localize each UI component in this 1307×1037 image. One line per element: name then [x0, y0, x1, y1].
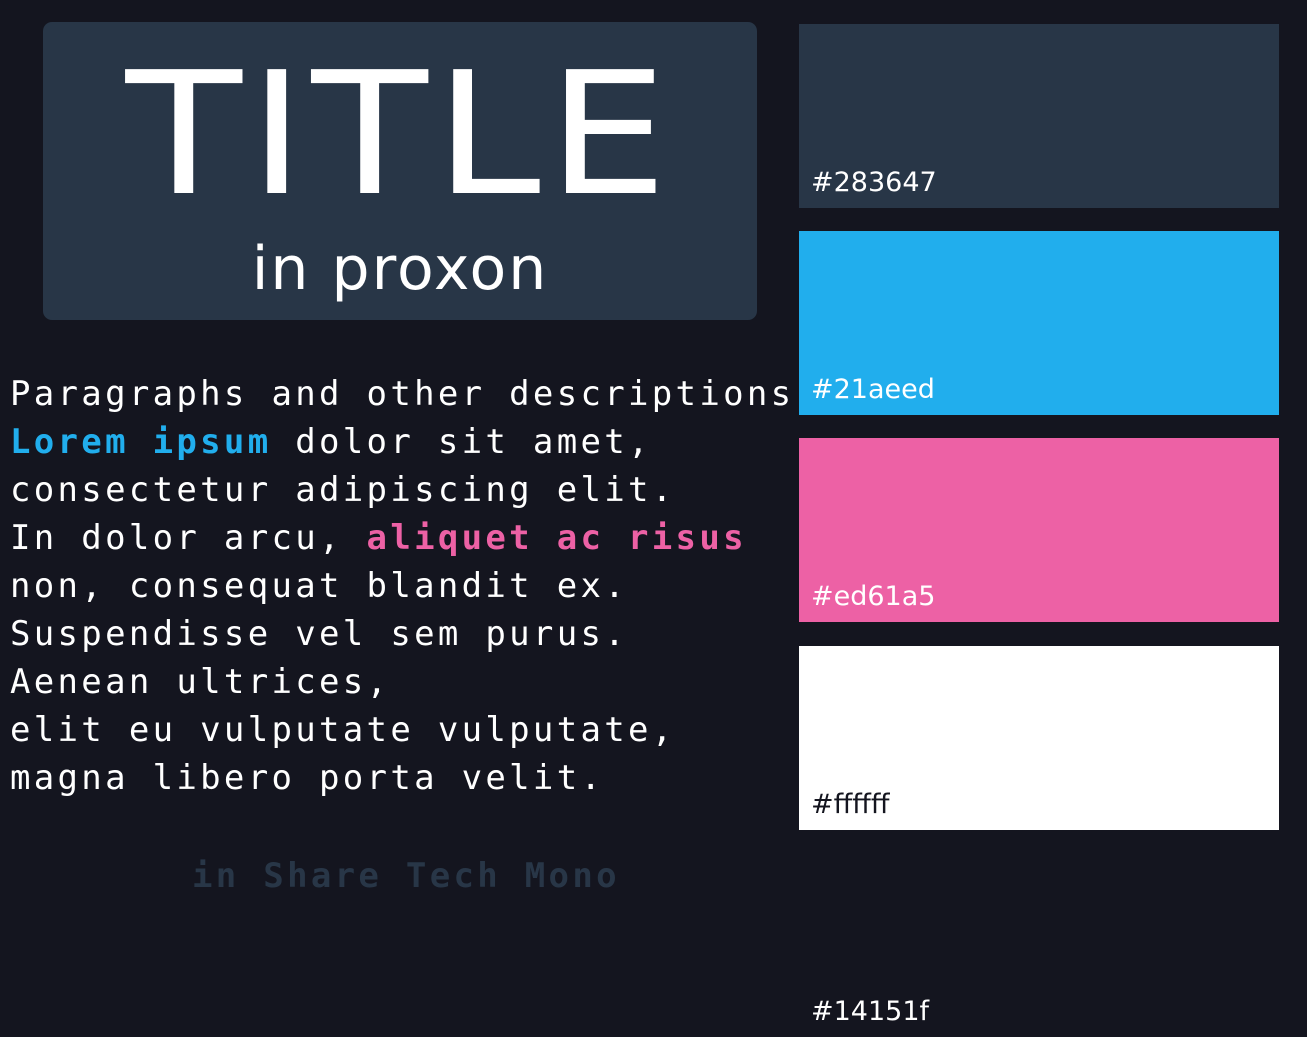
paragraph-line: In dolor arcu, aliquet ac risus [10, 514, 800, 562]
paragraph-line: Paragraphs and other descriptions. [10, 374, 819, 414]
swatch-label: #ed61a5 [811, 581, 936, 612]
paragraph-line: consectetur adipiscing elit. [10, 470, 676, 510]
swatch-label: #14151f [811, 996, 930, 1027]
paragraph-line: elit eu vulputate vulputate, [10, 710, 676, 750]
swatch-label: #ffffff [811, 789, 890, 820]
swatch-label: #283647 [811, 167, 937, 198]
paragraph-line: magna libero porta velit. [10, 758, 605, 798]
paragraph-line: non, consequat blandit ex. [10, 566, 629, 606]
paragraph-line: Aenean ultrices, [10, 662, 391, 702]
title-heading: TITLE [125, 36, 675, 234]
title-card: TITLE in proxon [43, 22, 757, 320]
title-subheading: in proxon [251, 234, 549, 304]
paragraph-line: Lorem ipsum dolor sit amet, [10, 418, 800, 466]
color-swatch-283647: #283647 [799, 24, 1279, 208]
paragraph-text: dolor sit amet, [271, 422, 652, 462]
color-swatch-ed61a5: #ed61a5 [799, 438, 1279, 622]
highlight-pink: aliquet ac risus [366, 518, 747, 558]
color-swatch-21aeed: #21aeed [799, 231, 1279, 415]
color-swatch-ffffff: #ffffff [799, 646, 1279, 830]
swatch-label: #21aeed [811, 374, 935, 405]
font-note: in Share Tech Mono [192, 856, 620, 896]
sample-paragraph: Paragraphs and other descriptions. Lorem… [10, 370, 819, 802]
paragraph-line: Suspendisse vel sem purus. [10, 614, 629, 654]
paragraph-text: In dolor arcu, [10, 518, 367, 558]
color-swatch-14151f: #14151f [799, 853, 1279, 1037]
highlight-blue: Lorem ipsum [10, 422, 272, 462]
